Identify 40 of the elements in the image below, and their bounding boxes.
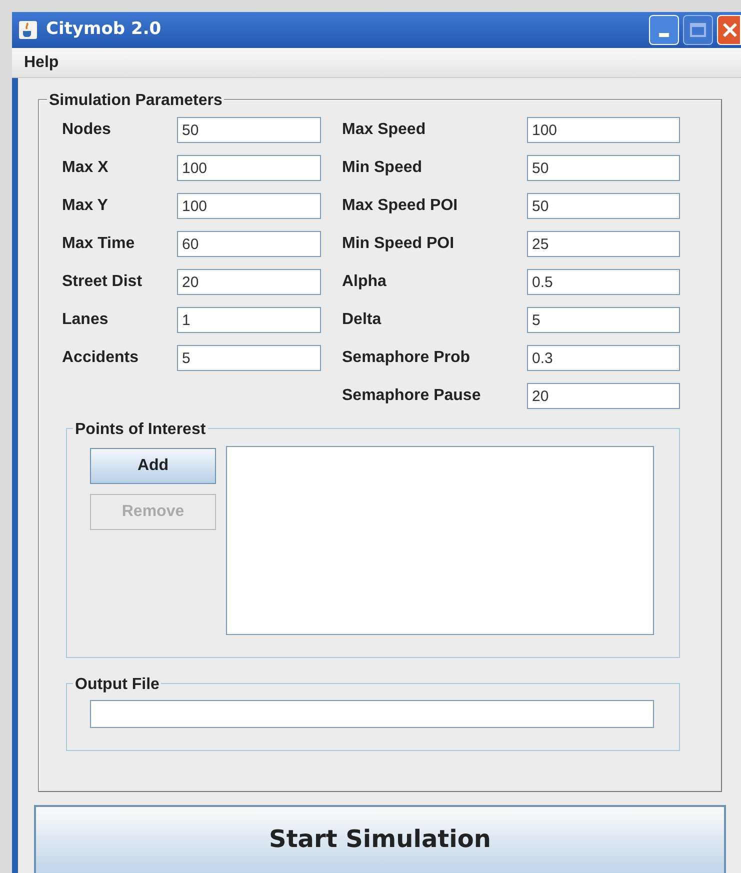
output-file-field[interactable] <box>90 700 654 728</box>
field-label: Street Dist <box>62 272 144 292</box>
coffee-cup-icon <box>18 20 38 40</box>
field-label: Max Speed <box>342 120 427 140</box>
field-label: Min Speed POI <box>342 234 456 254</box>
field-label: Semaphore Pause <box>342 386 482 406</box>
poi-button[interactable]: Add <box>90 448 216 484</box>
field-label: Lanes <box>62 310 110 330</box>
field-label: Accidents <box>62 348 140 368</box>
field-label: Max Speed POI <box>342 196 459 216</box>
text-field[interactable]: 20 <box>177 269 321 295</box>
close-icon <box>722 22 738 38</box>
text-field[interactable]: 0.3 <box>527 345 680 371</box>
text-field[interactable]: 50 <box>527 193 680 219</box>
text-field[interactable]: 5 <box>177 345 321 371</box>
field-label: Max X <box>62 158 110 178</box>
text-field[interactable]: 100 <box>177 155 321 181</box>
field-label: Nodes <box>62 120 112 140</box>
field-label: Max Y <box>62 196 109 216</box>
field-label: Min Speed <box>342 158 424 178</box>
field-label: Max Time <box>62 234 136 254</box>
field-label: Delta <box>342 310 382 330</box>
text-field[interactable]: 60 <box>177 231 321 257</box>
close-button[interactable] <box>717 15 741 45</box>
menu-item[interactable]: Help <box>24 50 59 74</box>
text-field[interactable]: 1 <box>177 307 321 333</box>
window-title: Citymob 2.0 <box>46 18 162 42</box>
field-label: Semaphore Prob <box>342 348 472 368</box>
field-label: Alpha <box>342 272 388 292</box>
start-simulation-button[interactable]: Start Simulation <box>34 805 726 873</box>
text-field[interactable]: 100 <box>177 193 321 219</box>
text-field[interactable]: 50 <box>527 155 680 181</box>
text-field[interactable]: 50 <box>177 117 321 143</box>
text-field[interactable]: 5 <box>527 307 680 333</box>
maximize-button[interactable] <box>683 15 713 45</box>
text-field[interactable]: 0.5 <box>527 269 680 295</box>
minimize-button[interactable] <box>649 15 679 45</box>
text-field[interactable]: 100 <box>527 117 680 143</box>
text-field[interactable]: 20 <box>527 383 680 409</box>
text-field[interactable]: 25 <box>527 231 680 257</box>
